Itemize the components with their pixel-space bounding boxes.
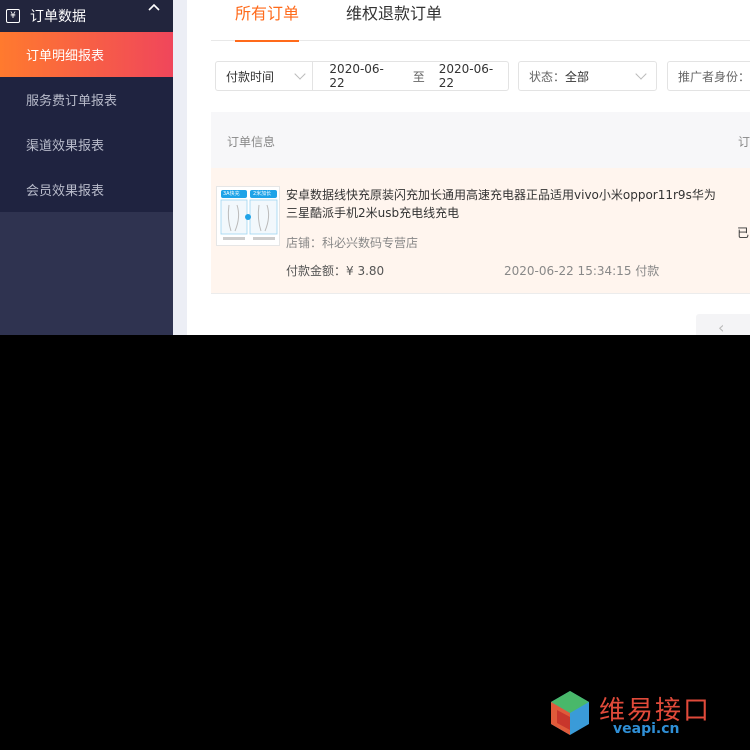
date-from-input[interactable]: 2020-06-22 [329,62,398,90]
sidebar-item-channel-report[interactable]: 渠道效果报表 [0,122,173,167]
date-separator: 至 [412,69,425,84]
watermark-logo: 维易接口 veapi.cn [545,688,735,740]
thumb-tag-label: 2米加长 [253,191,272,197]
layout-gutter [173,0,187,335]
watermark-domain: veapi.cn [613,721,680,737]
status-label: 状态： [529,69,566,84]
sidebar-menu: 订单明细报表 服务费订单报表 渠道效果报表 会员效果报表 [0,32,173,212]
shop-name: 店铺：科必兴数码专营店 [286,236,419,250]
thumb-tag-label: 3A快充 [223,191,240,197]
tab-refund-orders[interactable]: 维权退款订单 [346,0,442,41]
sidebar-group-order-data[interactable]: ¥ 订单数据 [0,0,173,32]
sidebar-item-label: 渠道效果报表 [26,139,105,154]
tab-label: 所有订单 [235,4,300,23]
order-table-header: 订单信息 订 [211,112,750,168]
date-range-filter: 付款时间 2020-06-22 至 2020-06-22 [215,61,509,91]
sidebar-item-service-fee-report[interactable]: 服务费订单报表 [0,77,173,122]
product-thumbnail[interactable]: 3A快充 2米加长 [216,186,280,246]
time-type-value: 付款时间 [226,69,275,84]
report-icon: ¥ [6,9,20,23]
column-header-order-info: 订单信息 [227,135,276,149]
payment-time: 2020-06-22 15:34:15 付款 [504,264,660,278]
app-viewport: ¥ 订单数据 订单明细报表 服务费订单报表 渠道效果报表 会员效果报表 所有订单… [0,0,750,335]
order-status: 已 [737,226,750,240]
sidebar-item-label: 服务费订单报表 [26,94,118,109]
payment-amount-value: ¥ 3.80 [346,264,385,278]
sidebar: ¥ 订单数据 订单明细报表 服务费订单报表 渠道效果报表 会员效果报表 [0,0,173,335]
table-row[interactable]: 3A快充 2米加长 安卓数据线快充原装闪充加长通用高速充电器正品适用vivo小米… [211,168,750,294]
sidebar-empty-area [0,212,173,335]
sidebar-item-member-report[interactable]: 会员效果报表 [0,167,173,212]
status-value: 全部 [565,69,590,84]
tab-all-orders[interactable]: 所有订单 [235,0,300,42]
date-to-input[interactable]: 2020-06-22 [439,62,508,90]
chevron-left-icon: ‹ [718,318,725,335]
sidebar-group-label: 订单数据 [30,9,86,25]
chevron-down-icon [294,68,306,80]
promoter-identity-filter[interactable]: 推广者身份： [667,61,750,91]
payment-amount-label: 付款金额： [286,264,347,278]
column-header-next: 订 [738,135,750,149]
hexagon-logo-icon [551,691,589,735]
chevron-down-icon [635,68,647,80]
status-select[interactable]: 状态： 全部 [518,61,657,91]
tab-label: 维权退款订单 [346,4,443,23]
payment-amount: 付款金额：¥ 3.80 [286,262,384,279]
time-type-select[interactable]: 付款时间 [216,62,314,90]
main-content: 所有订单 维权退款订单 付款时间 2020-06-22 至 2020-06-22… [187,0,750,335]
sidebar-item-order-detail-report[interactable]: 订单明细报表 [0,32,173,77]
pagination-prev-button[interactable]: ‹ [696,314,750,335]
chevron-up-icon [148,3,160,11]
order-tabs: 所有订单 维权退款订单 [211,0,750,42]
sidebar-item-label: 订单明细报表 [26,49,105,64]
sidebar-item-label: 会员效果报表 [26,184,105,199]
product-title[interactable]: 安卓数据线快充原装闪充加长通用高速充电器正品适用vivo小米oppor11r9s… [286,186,716,222]
promoter-label: 推广者身份： [678,69,750,84]
